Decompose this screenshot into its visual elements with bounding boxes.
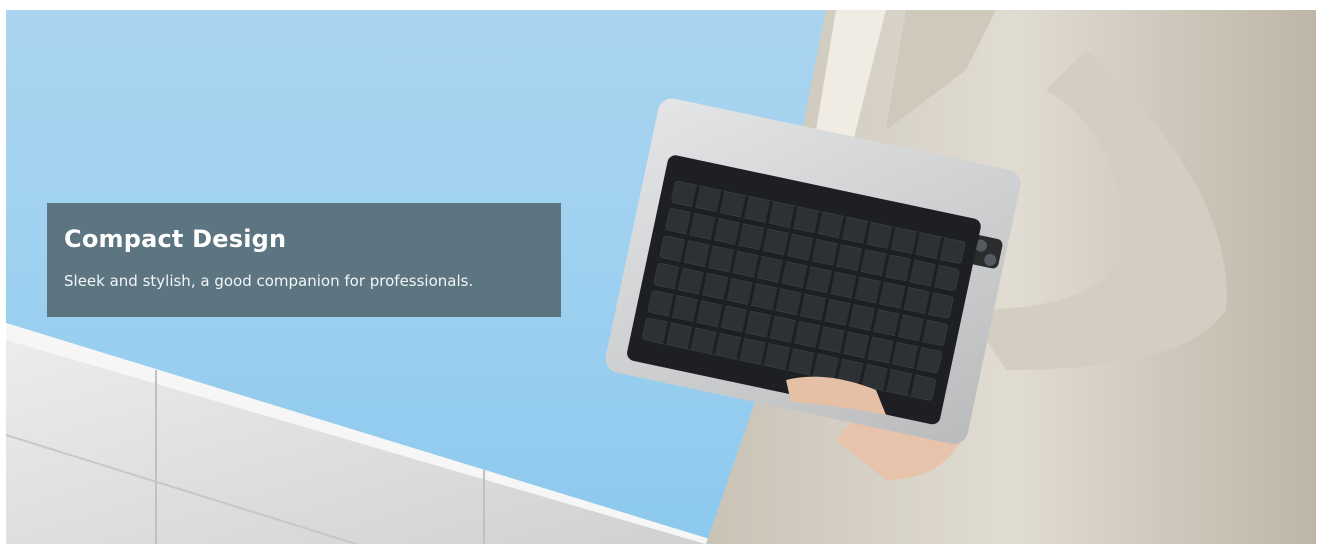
product-feature-banner: Compact Design Sleek and stylish, a good… xyxy=(6,10,1316,544)
feature-subtitle: Sleek and stylish, a good companion for … xyxy=(64,272,474,290)
feature-caption: Compact Design Sleek and stylish, a good… xyxy=(47,203,561,317)
feature-title: Compact Design xyxy=(64,225,287,253)
